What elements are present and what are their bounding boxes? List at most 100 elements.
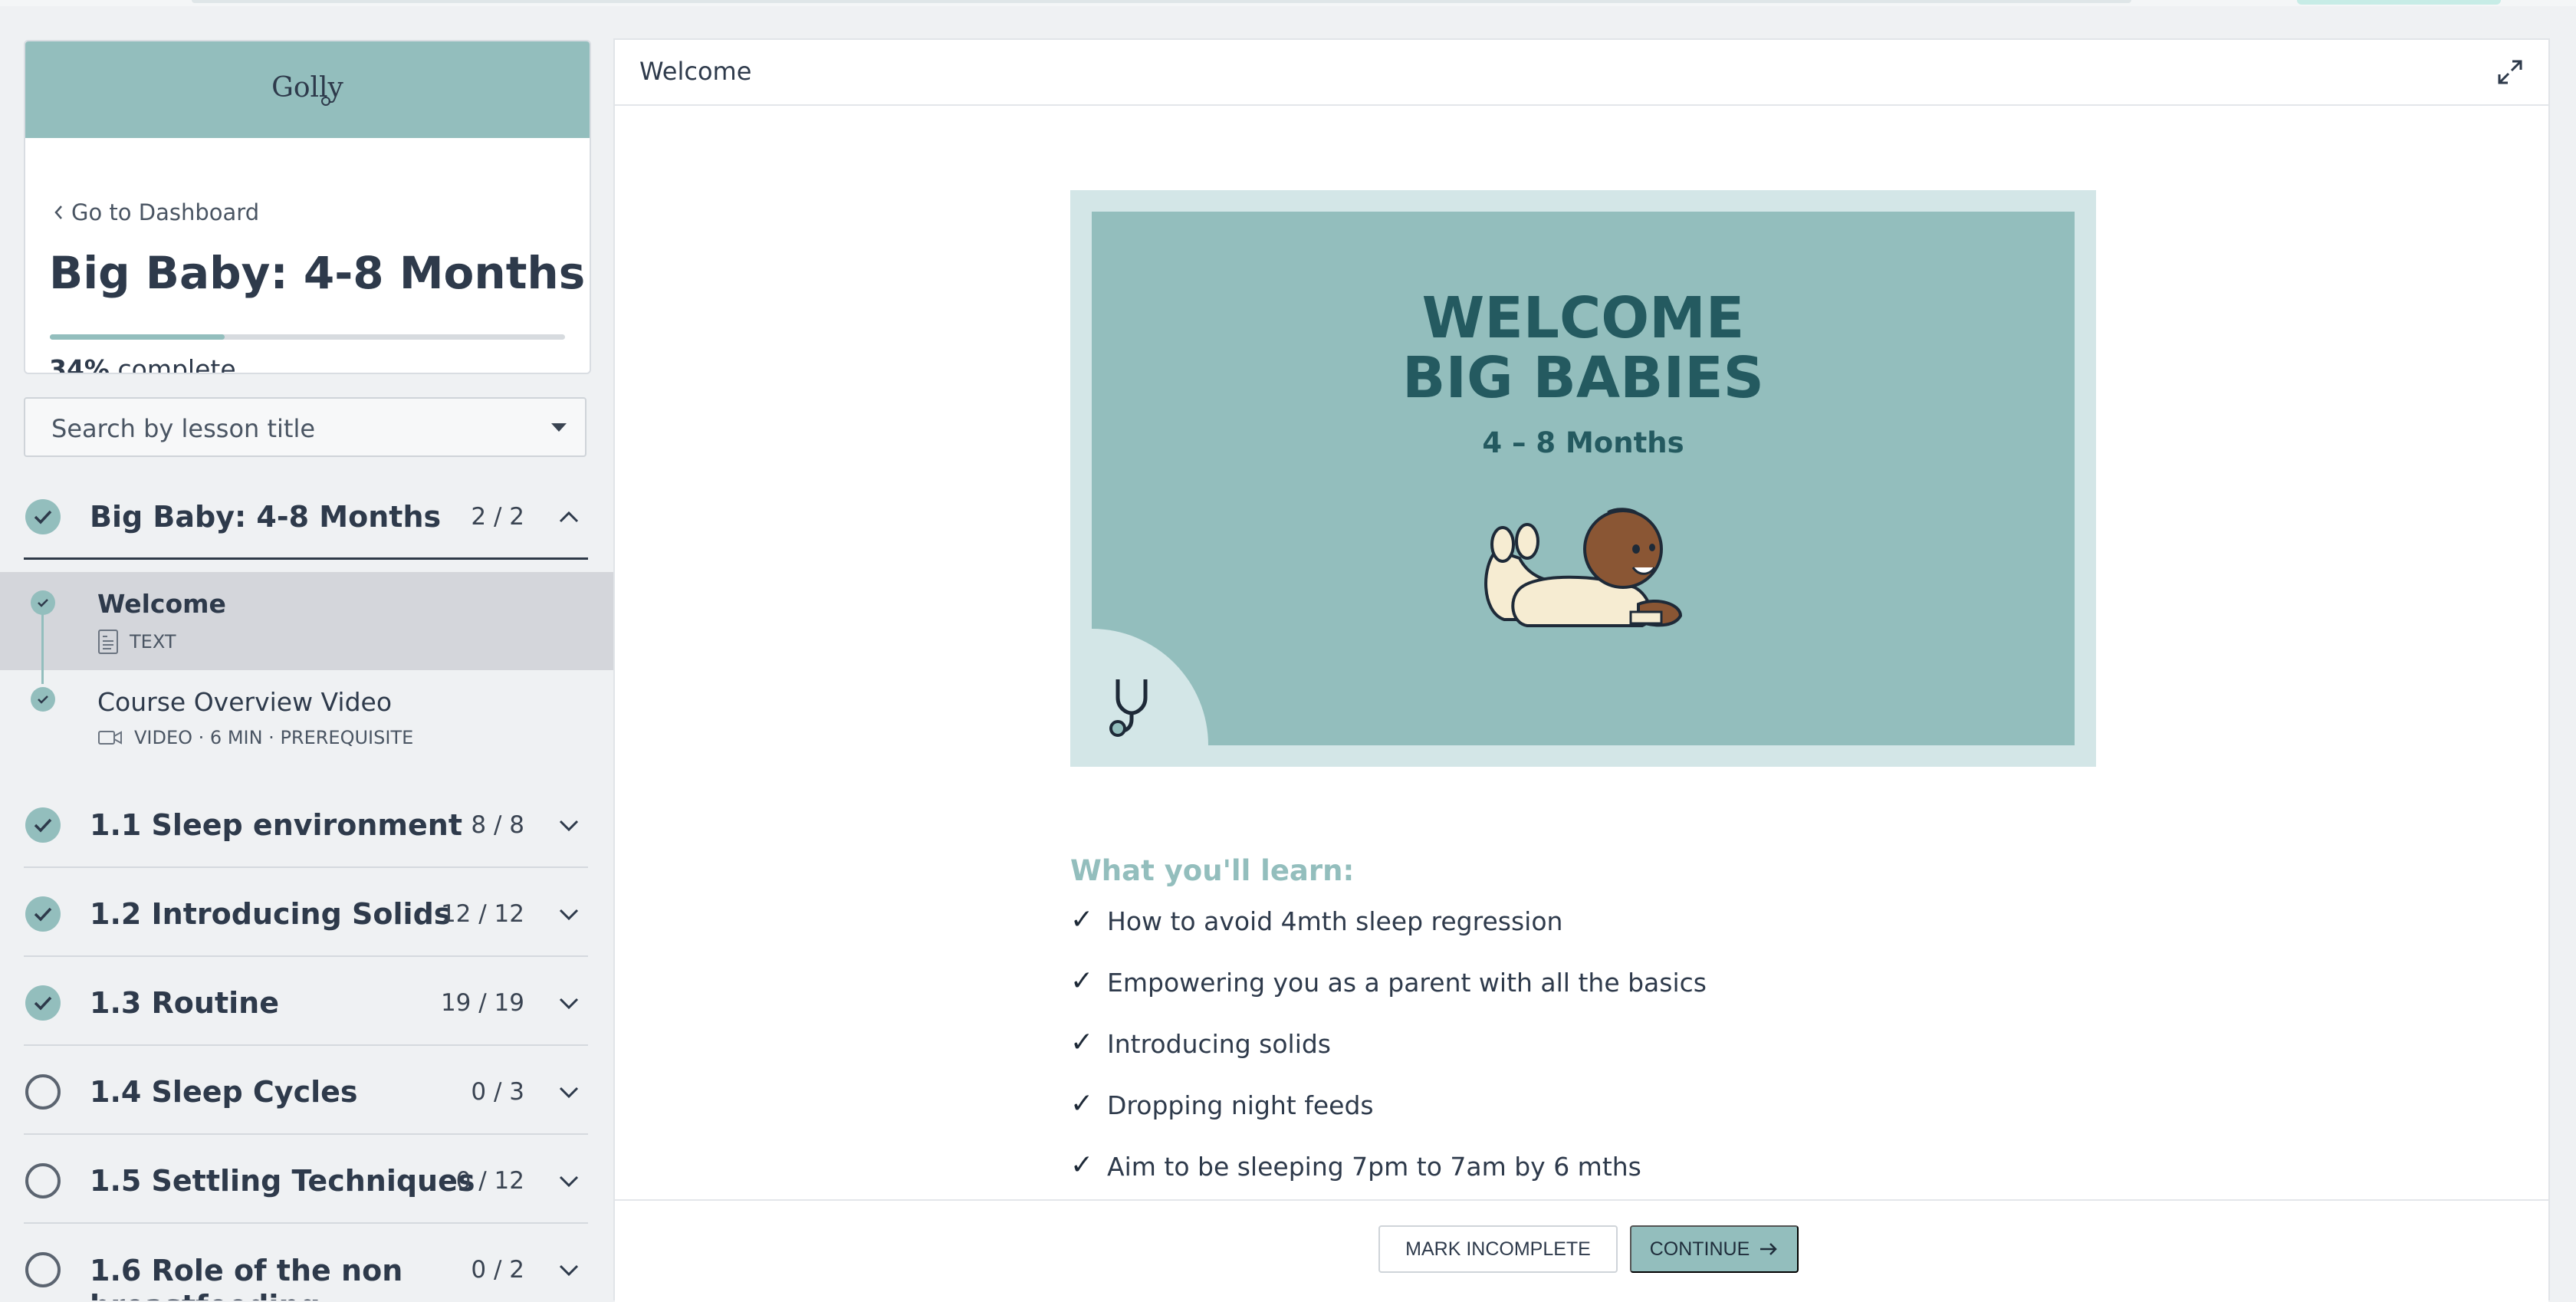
section-divider xyxy=(24,1133,588,1135)
section-divider xyxy=(24,955,588,957)
chevron-left-icon xyxy=(54,205,62,219)
chevron-up-icon[interactable] xyxy=(557,509,580,524)
lesson-type: VIDEO · 6 MIN · PREREQUISITE xyxy=(134,727,414,748)
checkmark-icon: ✓ xyxy=(1070,904,1094,935)
section-count: 0 / 2 xyxy=(471,1256,524,1284)
chevron-down-icon[interactable] xyxy=(557,817,580,833)
section-title: 1.6 Role of the non breastfeeding parent xyxy=(90,1254,403,1300)
section-title: 1.2 Introducing Solids xyxy=(90,897,452,931)
section-divider xyxy=(24,1044,588,1046)
section-complete-icon xyxy=(25,807,61,843)
section-incomplete-icon xyxy=(25,1074,61,1110)
lesson-type: TEXT xyxy=(130,631,176,653)
go-to-dashboard-link[interactable]: Go to Dashboard xyxy=(53,199,259,225)
chevron-down-icon[interactable] xyxy=(557,1173,580,1189)
dropdown-caret-icon xyxy=(551,423,567,432)
card-header: Golly xyxy=(25,41,590,138)
checkmark-icon: ✓ xyxy=(1070,1027,1094,1058)
section-count: 8 / 8 xyxy=(471,811,524,839)
banner-inner: WELCOME BIG BABIES 4 – 8 Months xyxy=(1092,212,2075,745)
section-sleep-environment[interactable]: 1.1 Sleep environment 8 / 8 xyxy=(0,781,613,868)
mark-incomplete-button[interactable]: MARK INCOMPLETE xyxy=(1378,1225,1618,1273)
checkmark-icon: ✓ xyxy=(1070,965,1094,997)
search-placeholder: Search by lesson title xyxy=(51,414,316,443)
section-big-baby[interactable]: Big Baby: 4-8 Months 2 / 2 xyxy=(0,472,613,560)
checkmark-icon: ✓ xyxy=(1070,1088,1094,1120)
section-complete-icon xyxy=(25,896,61,932)
section-title: Big Baby: 4-8 Months xyxy=(90,500,442,534)
section-routine[interactable]: 1.3 Routine 19 / 19 xyxy=(0,958,613,1046)
lesson-footer: MARK INCOMPLETE CONTINUE xyxy=(615,1199,2548,1302)
list-item-text: Empowering you as a parent with all the … xyxy=(1107,968,1707,998)
baby-illustration xyxy=(1484,508,1683,627)
arrow-right-icon xyxy=(1760,1243,1778,1255)
logo-icon: Golly xyxy=(271,72,344,106)
progress-suffix: complete xyxy=(117,354,236,374)
section-title: 1.1 Sleep environment xyxy=(90,808,463,842)
section-sleep-cycles[interactable]: 1.4 Sleep Cycles 0 / 3 xyxy=(0,1047,613,1135)
section-title: 1.3 Routine xyxy=(90,986,279,1020)
list-item-text: Introducing solids xyxy=(1107,1029,1332,1059)
section-count: 0 / 3 xyxy=(471,1078,524,1106)
chevron-down-icon[interactable] xyxy=(557,995,580,1011)
chevron-down-icon[interactable] xyxy=(557,1084,580,1100)
checkmark-icon: ✓ xyxy=(1070,1149,1094,1181)
list-item: ✓ How to avoid 4mth sleep regression xyxy=(1070,906,1707,968)
section-divider xyxy=(24,557,588,560)
list-item-text: How to avoid 4mth sleep regression xyxy=(1107,906,1563,936)
lesson-meta: VIDEO · 6 MIN · PREREQUISITE xyxy=(97,727,413,748)
video-icon xyxy=(98,731,122,745)
what-youll-learn-heading: What you'll learn: xyxy=(1070,854,1355,887)
list-item-text: Aim to be sleeping 7pm to 7am by 6 mths xyxy=(1107,1152,1641,1182)
svg-text:Golly: Golly xyxy=(271,72,343,104)
lesson-welcome[interactable]: Welcome TEXT xyxy=(0,572,613,670)
list-item: ✓ Empowering you as a parent with all the… xyxy=(1070,968,1707,1029)
lesson-heading: Welcome xyxy=(639,57,752,86)
lesson-content-panel: Welcome WELCOME BIG BABIES 4 – 8 Months xyxy=(613,38,2550,1302)
lesson-complete-icon xyxy=(31,687,55,712)
progress-bar xyxy=(50,334,565,340)
learning-outcomes-list: ✓ How to avoid 4mth sleep regression ✓ Emp… xyxy=(1070,906,1707,1213)
course-sidebar: Golly Go to Dashboard Big Baby: 4-8 Mont… xyxy=(0,0,613,1300)
section-count: 12 / 12 xyxy=(440,900,524,928)
section-incomplete-icon xyxy=(25,1163,61,1198)
text-doc-icon xyxy=(98,630,118,654)
continue-label: CONTINUE xyxy=(1649,1238,1750,1260)
section-title: 1.4 Sleep Cycles xyxy=(90,1075,358,1109)
lesson-course-overview-video[interactable]: Course Overview Video VIDEO · 6 MIN · PR… xyxy=(0,670,613,768)
section-incomplete-icon xyxy=(25,1252,61,1287)
section-count: 0 / 12 xyxy=(455,1167,524,1195)
section-divider xyxy=(24,866,588,868)
section-count: 19 / 19 xyxy=(440,989,524,1017)
section-complete-icon xyxy=(25,499,61,534)
section-title: 1.5 Settling Techniques xyxy=(90,1164,475,1198)
top-pill-shape xyxy=(2297,0,2501,5)
stethoscope-icon xyxy=(1109,679,1148,737)
lesson-title: Welcome xyxy=(97,589,226,619)
section-complete-icon xyxy=(25,985,61,1021)
progress-fill xyxy=(50,334,225,340)
banner-subtitle: 4 – 8 Months xyxy=(1482,426,1684,459)
section-non-breastfeeding-parent[interactable]: 1.6 Role of the non breastfeeding parent… xyxy=(0,1225,613,1300)
list-item: ✓ Introducing solids xyxy=(1070,1029,1707,1090)
section-settling-techniques[interactable]: 1.5 Settling Techniques 0 / 12 xyxy=(0,1136,613,1224)
chevron-down-icon[interactable] xyxy=(557,1262,580,1277)
list-item: ✓ Dropping night feeds xyxy=(1070,1090,1707,1152)
lesson-search-select[interactable]: Search by lesson title xyxy=(24,397,586,457)
lesson-meta: TEXT xyxy=(97,629,176,655)
banner-line-2: BIG BABIES xyxy=(1402,345,1764,411)
lesson-title: Course Overview Video xyxy=(97,687,393,717)
section-count: 2 / 2 xyxy=(471,503,524,531)
course-title: Big Baby: 4-8 Months xyxy=(49,247,586,299)
lesson-complete-icon xyxy=(31,590,55,615)
continue-button[interactable]: CONTINUE xyxy=(1630,1225,1799,1273)
progress-percent: 34% xyxy=(49,354,110,374)
expand-icon[interactable] xyxy=(2496,58,2524,86)
section-divider xyxy=(24,1222,588,1224)
golly-logo[interactable]: Golly xyxy=(269,64,346,115)
section-introducing-solids[interactable]: 1.2 Introducing Solids 12 / 12 xyxy=(0,870,613,957)
back-link-label: Go to Dashboard xyxy=(71,199,260,225)
banner-line-1: WELCOME xyxy=(1421,285,1745,351)
chevron-down-icon[interactable] xyxy=(557,906,580,922)
progress-text: 34% complete xyxy=(49,354,236,374)
